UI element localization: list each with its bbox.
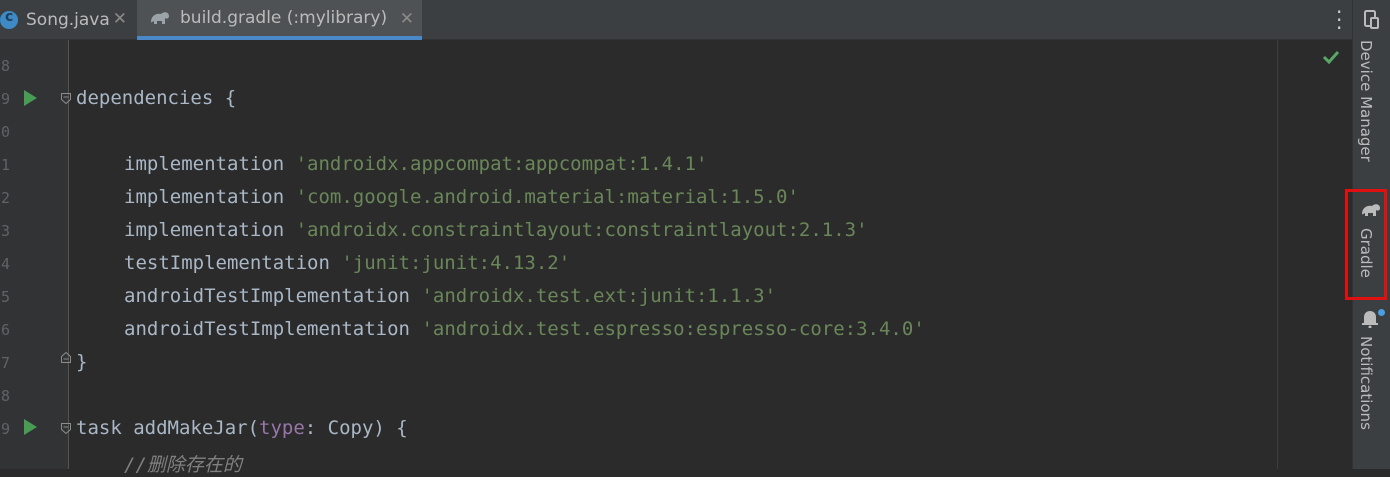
inspection-ok-icon[interactable] [1322,50,1340,64]
code-line-dependencies: dependencies { [76,87,237,109]
java-class-icon [0,9,18,29]
device-manager-tool-button[interactable]: Device Manager [1353,10,1390,180]
line-number: 5 [0,288,10,306]
fold-icon[interactable] [61,423,71,434]
gradle-elephant-icon [151,12,169,24]
line-number: 3 [0,222,10,240]
code-line-android-test-implementation: androidTestImplementation 'androidx.test… [124,318,925,340]
code-line-test-implementation: testImplementation 'junit:junit:4.13.2' [124,252,571,274]
line-number: 9 [0,420,10,438]
notifications-tool-button[interactable]: Notifications [1353,306,1390,436]
close-tab-icon[interactable]: ✕ [400,9,414,29]
line-number: 6 [0,321,10,339]
tab-song-java[interactable]: Song.java ✕ [0,0,135,40]
bell-icon [1362,311,1378,328]
line-number: 0 [0,123,10,141]
code-editor[interactable]: 8 9 0 1 2 3 4 5 6 7 8 9 dependencies { i… [0,40,1352,476]
code-line-android-test-implementation: androidTestImplementation 'androidx.test… [124,285,777,307]
gutter-divider [68,40,69,469]
line-number: 9 [0,90,10,108]
code-line-comment: //删除存在的 [124,454,242,476]
run-gutter-icon[interactable] [24,419,37,435]
tab-label: build.gradle (:mylibrary) [180,8,388,28]
line-number: 7 [0,354,10,372]
editor-tab-bar: Song.java ✕ build.gradle (:mylibrary) ✕ … [0,0,1352,40]
code-line-implementation: implementation 'androidx.appcompat:appco… [124,153,708,175]
tab-label: Song.java [26,10,110,30]
line-number: 8 [0,387,10,405]
tab-build-gradle[interactable]: build.gradle (:mylibrary) ✕ [137,0,422,40]
line-number: 1 [0,156,10,174]
close-tab-icon[interactable]: ✕ [113,9,127,29]
device-manager-label: Device Manager [1357,40,1375,162]
code-line-implementation: implementation 'androidx.constraintlayou… [124,219,868,241]
more-options-icon[interactable]: · · · [1336,2,1342,38]
run-gutter-icon[interactable] [24,90,37,106]
line-number: 8 [0,57,10,75]
highlight-box [1345,189,1387,300]
code-line-close-brace: } [76,351,88,373]
fold-end-icon[interactable] [61,352,71,363]
right-margin-guide [1277,40,1278,469]
line-number: 4 [0,255,10,273]
code-line-task: task addMakeJar(type: Copy) { [76,417,408,439]
device-manager-icon [1364,10,1379,29]
line-number: 2 [0,189,10,207]
code-line-implementation: implementation 'com.google.android.mater… [124,186,799,208]
fold-icon[interactable] [61,93,71,104]
notifications-label: Notifications [1357,336,1375,430]
notification-badge [1378,309,1385,316]
